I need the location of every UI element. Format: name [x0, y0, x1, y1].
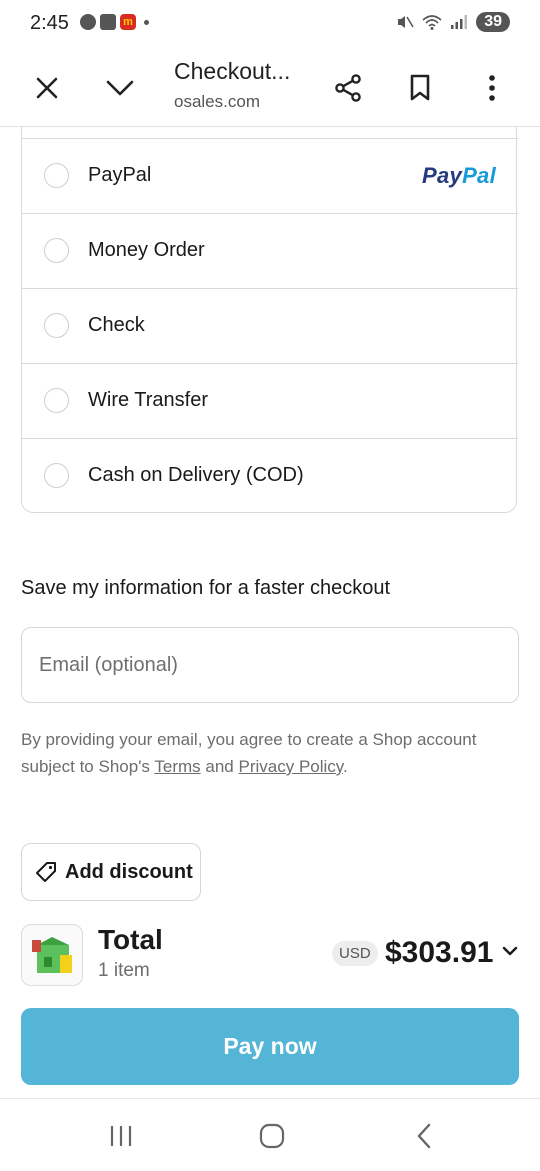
- mcdonalds-notification-icon: m: [120, 14, 136, 30]
- expand-summary-button[interactable]: [502, 944, 518, 962]
- save-info-heading: Save my information for a faster checkou…: [21, 577, 391, 599]
- radio-button[interactable]: [44, 463, 69, 488]
- recent-apps-icon: [110, 1126, 132, 1146]
- chevron-down-icon: [106, 80, 134, 96]
- email-field[interactable]: [21, 627, 519, 703]
- privacy-policy-link[interactable]: Privacy Policy: [238, 757, 343, 776]
- total-amount: $303.91: [385, 936, 494, 969]
- status-time: 2:45: [30, 12, 69, 34]
- minimize-tab-button[interactable]: [100, 68, 140, 108]
- close-icon: [36, 77, 58, 99]
- currency-badge: USD: [332, 941, 378, 966]
- chevron-down-icon: [502, 946, 518, 956]
- radio-button[interactable]: [44, 163, 69, 188]
- browser-toolbar: Checkout... osales.com: [0, 50, 540, 127]
- more-notifications-dot-icon: [144, 19, 149, 25]
- total-label: Total: [98, 924, 163, 955]
- system-navigation-bar: [0, 1098, 540, 1171]
- status-bar: 2:45 m 39: [0, 0, 540, 50]
- payment-option-label: Cash on Delivery (COD): [88, 464, 304, 486]
- payment-option-wire-transfer[interactable]: Wire Transfer: [22, 363, 518, 438]
- mute-icon: [398, 16, 414, 28]
- page-url: osales.com: [174, 92, 260, 111]
- pay-now-button[interactable]: Pay now: [21, 1008, 519, 1085]
- radio-button[interactable]: [44, 238, 69, 263]
- radio-button[interactable]: [44, 388, 69, 413]
- close-tab-button[interactable]: [27, 68, 67, 108]
- back-icon: [417, 1123, 431, 1149]
- bookmark-button[interactable]: [400, 68, 440, 108]
- terms-suffix: .: [343, 757, 348, 776]
- paypal-logo: PayPal: [422, 163, 496, 188]
- payment-option-money-order[interactable]: Money Order: [22, 213, 518, 288]
- tag-icon: [36, 862, 56, 882]
- radio-button[interactable]: [44, 313, 69, 338]
- back-button[interactable]: [409, 1121, 439, 1151]
- notification-icons: m: [80, 14, 149, 30]
- wifi-icon: [422, 15, 442, 30]
- payment-option-label: PayPal: [88, 164, 152, 186]
- news-notification-icon: [80, 14, 96, 30]
- more-options-button[interactable]: [472, 68, 512, 108]
- more-vertical-icon: [489, 75, 495, 101]
- item-count: 1 item: [98, 960, 150, 981]
- add-discount-button[interactable]: Add discount: [21, 843, 201, 901]
- shop-terms-text: By providing your email, you agree to cr…: [21, 726, 521, 780]
- share-button[interactable]: [328, 68, 368, 108]
- terms-link[interactable]: Terms: [154, 757, 200, 776]
- home-icon: [259, 1123, 285, 1149]
- payment-option-label: Money Order: [88, 239, 205, 261]
- payment-option-paypal[interactable]: PayPal PayPal: [22, 138, 518, 213]
- product-thumbnail: [21, 924, 83, 986]
- product-image: [32, 937, 72, 973]
- payment-option-label: Check: [88, 314, 145, 336]
- payment-option-label: Wire Transfer: [88, 389, 209, 411]
- share-icon: [335, 74, 361, 102]
- signal-icon: [451, 15, 468, 29]
- home-button[interactable]: [257, 1121, 287, 1151]
- bookmark-icon: [410, 74, 430, 101]
- payment-methods-list: PayPal PayPal Money Order Check Wire Tra…: [21, 126, 518, 513]
- page-title: Checkout...: [174, 58, 291, 84]
- payment-option-cod[interactable]: Cash on Delivery (COD): [22, 438, 518, 513]
- system-icons: 39: [396, 12, 510, 32]
- battery-level: 39: [476, 12, 510, 32]
- terms-and: and: [205, 757, 234, 776]
- pdf-notification-icon: [100, 14, 116, 30]
- add-discount-label: Add discount: [65, 860, 193, 883]
- recent-apps-button[interactable]: [106, 1121, 136, 1151]
- payment-option-check[interactable]: Check: [22, 288, 518, 363]
